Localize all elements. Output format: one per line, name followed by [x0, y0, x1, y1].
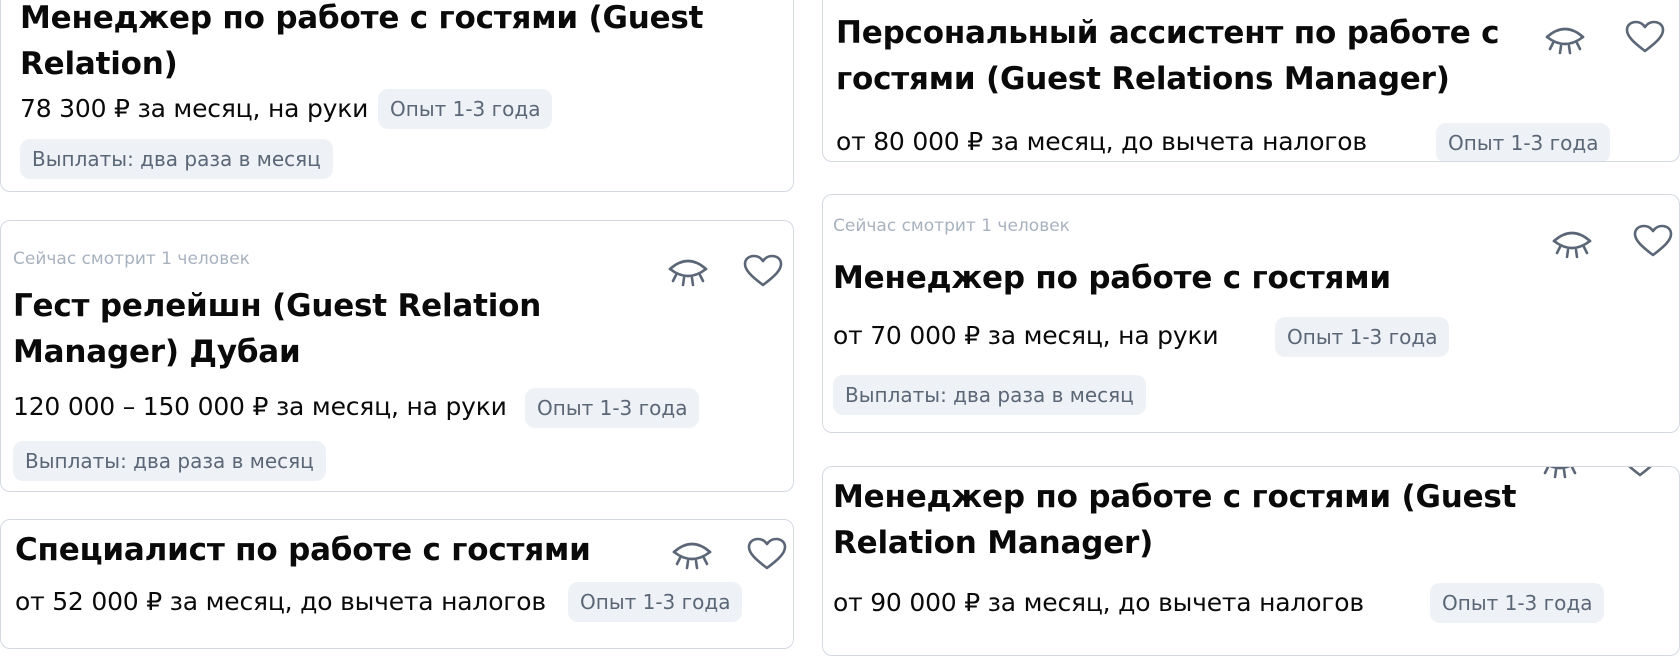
experience-badge: Опыт 1-3 года [378, 89, 553, 129]
experience-badge: Опыт 1-3 года [568, 582, 743, 622]
eye-closed-icon [1543, 467, 1577, 479]
vacancy-title[interactable]: Специалист по работе с гостями [15, 527, 655, 573]
vacancy-title[interactable]: Менеджер по работе с гостями [833, 255, 1513, 301]
favorite-button[interactable] [1623, 19, 1667, 55]
eye-closed-icon [672, 542, 712, 570]
vacancy-card[interactable]: Менеджер по работе с гостями (Guest Rela… [822, 466, 1680, 656]
favorite-button[interactable] [741, 253, 785, 289]
vacancy-card[interactable]: Сейчас смотрит 1 человек Менеджер по раб… [822, 194, 1680, 433]
heart-outline-icon [1633, 224, 1673, 257]
heart-outline-icon [1625, 20, 1665, 53]
hide-vacancy-button[interactable] [1550, 225, 1594, 261]
favorite-button[interactable] [1618, 467, 1662, 479]
vacancy-card[interactable]: Менеджер по работе с гостями (Guest Rela… [0, 0, 794, 192]
experience-badge: Опыт 1-3 года [1275, 317, 1450, 357]
vacancy-title[interactable]: Гест релейшн (Guest Relation Manager) Ду… [13, 283, 693, 375]
vacancy-title[interactable]: Менеджер по работе с гостями (Guest Rela… [833, 474, 1523, 566]
eye-closed-icon [1545, 27, 1585, 55]
watching-now: Сейчас смотрит 1 человек [13, 249, 250, 269]
heart-outline-icon [743, 254, 783, 287]
hide-vacancy-button[interactable] [1543, 21, 1587, 57]
payouts-badge: Выплаты: два раза в месяц [13, 441, 326, 481]
payouts-badge: Выплаты: два раза в месяц [833, 375, 1146, 415]
vacancy-card[interactable]: Сейчас смотрит 1 человек Гест релейшн (G… [0, 220, 794, 492]
experience-badge: Опыт 1-3 года [1436, 123, 1611, 161]
heart-outline-icon [747, 537, 787, 570]
vacancy-salary: от 70 000 ₽ за месяц, на руки [833, 321, 1219, 350]
vacancy-salary: от 80 000 ₽ за месяц, до вычета налогов [836, 127, 1367, 156]
hide-vacancy-button[interactable] [1538, 467, 1582, 481]
watching-now: Сейчас смотрит 1 человек [833, 216, 1070, 236]
experience-badge: Опыт 1-3 года [1430, 583, 1605, 623]
vacancy-title[interactable]: Персональный ассистент по работе с гостя… [836, 10, 1526, 102]
favorite-button[interactable] [1631, 223, 1675, 259]
payouts-badge: Выплаты: два раза в месяц [20, 139, 333, 179]
vacancy-salary: 120 000 – 150 000 ₽ за месяц, на руки [13, 392, 507, 421]
eye-closed-icon [1552, 231, 1592, 259]
vacancy-card[interactable]: Персональный ассистент по работе с гостя… [822, 0, 1680, 162]
vacancy-card[interactable]: Специалист по работе с гостями от 52 000… [0, 519, 794, 649]
vacancy-salary: от 90 000 ₽ за месяц, до вычета налогов [833, 588, 1364, 617]
favorite-button[interactable] [745, 536, 789, 572]
vacancy-salary: 78 300 ₽ за месяц, на руки [20, 94, 369, 123]
experience-badge: Опыт 1-3 года [525, 388, 700, 428]
hide-vacancy-button[interactable] [670, 536, 714, 572]
heart-outline-icon [1628, 467, 1652, 477]
vacancy-salary: от 52 000 ₽ за месяц, до вычета налогов [15, 587, 546, 616]
vacancy-title[interactable]: Менеджер по работе с гостями (Guest Rela… [20, 0, 720, 87]
